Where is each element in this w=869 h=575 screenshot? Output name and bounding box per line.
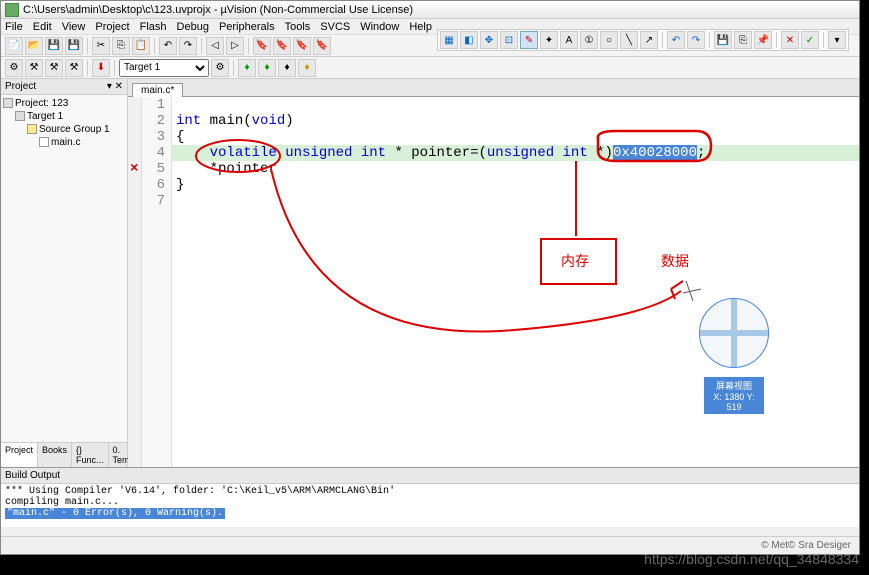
menu-help[interactable]: Help <box>409 21 432 33</box>
tool-pen-icon[interactable]: ✎ <box>520 31 538 49</box>
app-icon <box>5 3 19 17</box>
error-gutter: × <box>128 97 142 467</box>
rebuild-icon[interactable]: ⚒ <box>45 59 63 77</box>
tree-file[interactable]: main.c <box>3 136 125 149</box>
zoom-label: 屏幕视图 X: 1380 Y: 519 <box>704 377 764 414</box>
tool-move-icon[interactable]: ✥ <box>480 31 498 49</box>
manage-icon[interactable]: ♦ <box>238 59 256 77</box>
manage2-icon[interactable]: ♦ <box>258 59 276 77</box>
bookmark-prev-icon[interactable]: 🔖 <box>273 37 291 55</box>
bookmark-next-icon[interactable]: 🔖 <box>293 37 311 55</box>
tool-num-icon[interactable]: ① <box>580 31 598 49</box>
target-selector[interactable]: Target 1 <box>119 59 209 77</box>
build-output-text[interactable]: *** Using Compiler 'V6.14', folder: 'C:\… <box>1 484 859 521</box>
manage3-icon[interactable]: ♦ <box>278 59 296 77</box>
menu-edit[interactable]: Edit <box>33 21 52 33</box>
cut-icon[interactable]: ✂ <box>92 37 110 55</box>
project-panel: Project ▾ ✕ Project: 123 Target 1 Source… <box>1 79 128 467</box>
menu-view[interactable]: View <box>62 21 86 33</box>
build-icon[interactable]: ⚒ <box>25 59 43 77</box>
bookmark-clear-icon[interactable]: 🔖 <box>313 37 331 55</box>
options-icon[interactable]: ⚙ <box>211 59 229 77</box>
menu-project[interactable]: Project <box>95 21 129 33</box>
paste-icon[interactable]: 📋 <box>132 37 150 55</box>
panel-dropdown-icon[interactable]: ▾ ✕ <box>107 81 123 92</box>
error-marker-icon: × <box>130 161 138 177</box>
tool-wand-icon[interactable]: ✦ <box>540 31 558 49</box>
tool-crop-icon[interactable]: ⊡ <box>500 31 518 49</box>
tool-redo2-icon[interactable]: ↷ <box>687 31 705 49</box>
batch-build-icon[interactable]: ⚒ <box>65 59 83 77</box>
copy-icon[interactable]: ⎘ <box>112 37 130 55</box>
window-title: C:\Users\admin\Desktop\c\123.uvprojx - µ… <box>23 4 413 16</box>
menu-flash[interactable]: Flash <box>140 21 167 33</box>
line-numbers: 1234567 <box>142 97 172 467</box>
tree-target[interactable]: Target 1 <box>3 110 125 123</box>
menu-svcs[interactable]: SVCS <box>320 21 350 33</box>
tool-select-icon[interactable]: ◧ <box>460 31 478 49</box>
tool-more-icon[interactable]: ▾ <box>828 31 846 49</box>
tool-oval-icon[interactable]: ○ <box>600 31 618 49</box>
download-icon[interactable]: ⬇ <box>92 59 110 77</box>
zoom-magnifier <box>699 298 769 368</box>
save-icon[interactable]: 💾 <box>45 37 63 55</box>
file-tab-main[interactable]: main.c* <box>132 83 183 97</box>
tab-project[interactable]: Project <box>1 443 38 467</box>
tree-root[interactable]: Project: 123 <box>3 97 125 110</box>
tab-functions[interactable]: {} Func... <box>72 443 109 467</box>
file-tabs: main.c* <box>128 79 859 97</box>
save-all-icon[interactable]: 💾 <box>65 37 83 55</box>
menu-window[interactable]: Window <box>360 21 399 33</box>
manage4-icon[interactable]: ♦ <box>298 59 316 77</box>
tool-done-icon[interactable]: ✓ <box>801 31 819 49</box>
tool-pin-icon[interactable]: 📌 <box>754 31 772 49</box>
menu-file[interactable]: File <box>5 21 23 33</box>
undo-icon[interactable]: ↶ <box>159 37 177 55</box>
tool-line-icon[interactable]: ╲ <box>620 31 638 49</box>
build-toolbar: ⚙ ⚒ ⚒ ⚒ ⬇ Target 1 ⚙ ♦ ♦ ♦ ♦ <box>1 57 859 79</box>
annotation-data: 数据 <box>661 251 689 271</box>
menu-peripherals[interactable]: Peripherals <box>219 21 275 33</box>
tree-group[interactable]: Source Group 1 <box>3 123 125 136</box>
floating-toolbar: ▦ ◧ ✥ ⊡ ✎ ✦ A ① ○ ╲ ↗ ↶ ↷ 💾 ⎘ 📌 ✕ ✓ ▾ <box>437 29 849 51</box>
build-output-title: Build Output <box>1 468 859 484</box>
menu-debug[interactable]: Debug <box>177 21 209 33</box>
project-panel-title: Project ▾ ✕ <box>1 79 127 95</box>
status-text: © Met© Sra Desiger <box>761 540 851 551</box>
menu-tools[interactable]: Tools <box>285 21 311 33</box>
project-tree[interactable]: Project: 123 Target 1 Source Group 1 mai… <box>1 95 127 442</box>
new-file-icon[interactable]: 📄 <box>5 37 23 55</box>
redo-icon[interactable]: ↷ <box>179 37 197 55</box>
tool-save-icon[interactable]: 💾 <box>714 31 732 49</box>
watermark: https://blog.csdn.net/qq_34848334 <box>644 551 859 567</box>
bookmark-icon[interactable]: 🔖 <box>253 37 271 55</box>
build-output-panel: Build Output *** Using Compiler 'V6.14',… <box>1 467 859 527</box>
tool-arrow-icon[interactable]: ↗ <box>640 31 658 49</box>
open-file-icon[interactable]: 📂 <box>25 37 43 55</box>
tool-copy-icon[interactable]: ⎘ <box>734 31 752 49</box>
project-panel-tabs: Project Books {} Func... 0. Temp... <box>1 442 127 467</box>
selected-text: 0x40028000 <box>613 145 697 161</box>
tool-pointer-icon[interactable]: ▦ <box>440 31 458 49</box>
tool-undo2-icon[interactable]: ↶ <box>667 31 685 49</box>
annotation-memory: 内存 <box>561 251 589 271</box>
nav-fwd-icon[interactable]: ▷ <box>226 37 244 55</box>
nav-back-icon[interactable]: ◁ <box>206 37 224 55</box>
translate-icon[interactable]: ⚙ <box>5 59 23 77</box>
tool-close-icon[interactable]: ✕ <box>781 31 799 49</box>
tool-text-icon[interactable]: A <box>560 31 578 49</box>
titlebar: C:\Users\admin\Desktop\c\123.uvprojx - µ… <box>1 1 859 19</box>
tab-books[interactable]: Books <box>38 443 72 467</box>
